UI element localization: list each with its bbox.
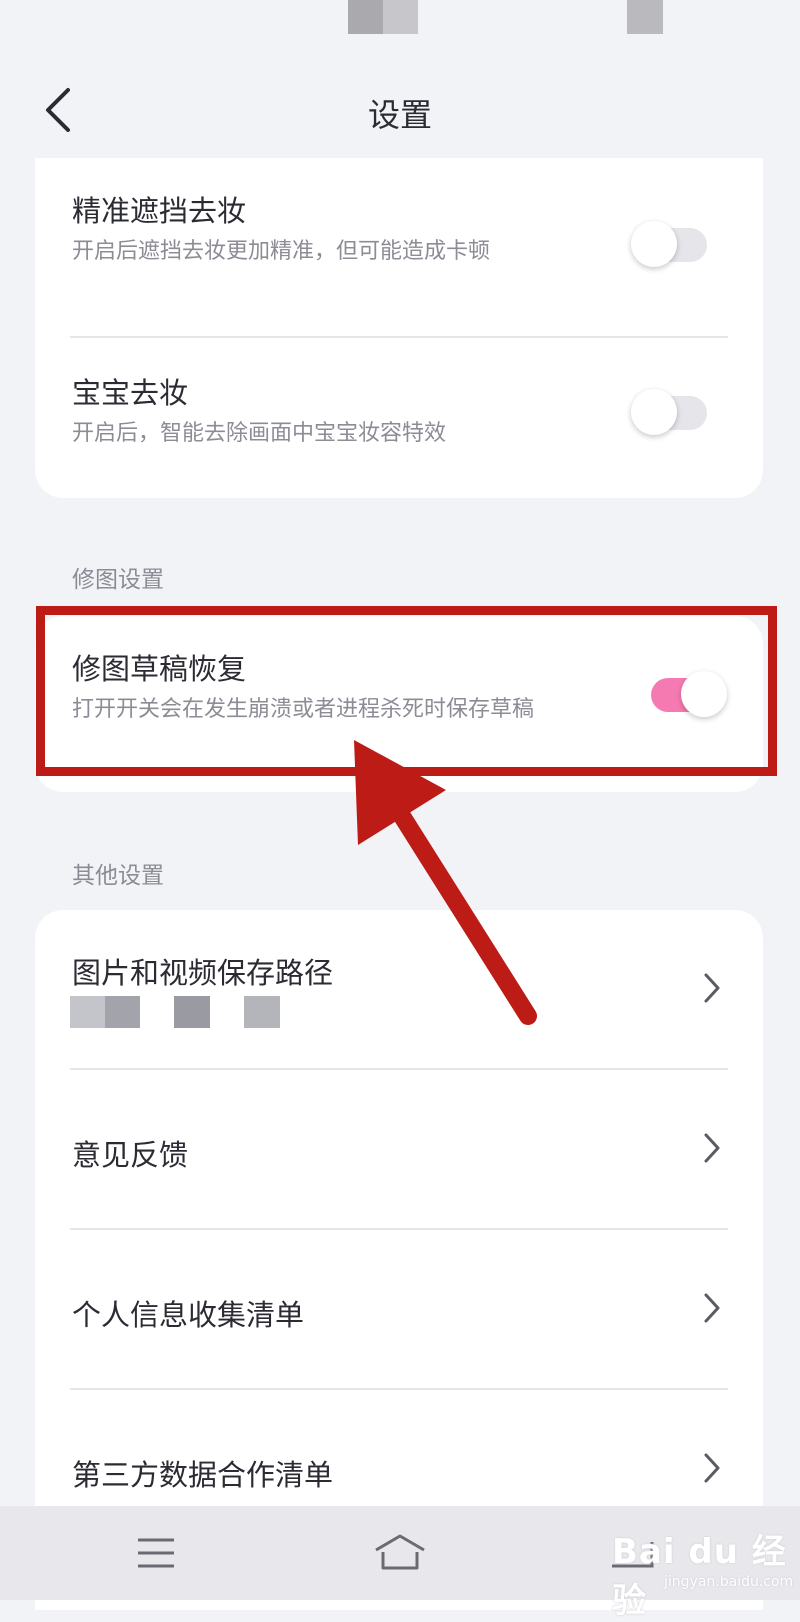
- setting-description: 开启后，智能去除画面中宝宝妆容特效: [72, 421, 447, 446]
- home-icon: [375, 1534, 425, 1570]
- chevron-right-icon: [704, 973, 720, 1003]
- page-title: 设置: [367, 96, 432, 134]
- setting-row-personal-info-list[interactable]: 个人信息收集清单: [35, 1230, 763, 1388]
- settings-card-edit: 修图草稿恢复 打开开关会在发生崩溃或者进程杀死时保存草稿: [35, 616, 763, 792]
- toggle-knob: [631, 389, 677, 435]
- settings-card-makeup: 精准遮挡去妆 开启后遮挡去妆更加精准，但可能造成卡顿 宝宝去妆 开启后，智能去除…: [35, 158, 763, 498]
- baby-makeup-removal-toggle[interactable]: [631, 389, 707, 435]
- toggle-knob: [631, 221, 677, 267]
- setting-row-precise-makeup-removal: 精准遮挡去妆 开启后遮挡去妆更加精准，但可能造成卡顿: [35, 158, 763, 328]
- setting-title: 宝宝去妆: [72, 376, 189, 410]
- status-bar: [0, 0, 800, 40]
- blurred-path-value: [70, 996, 320, 1028]
- watermark-text: Bai du 经验: [612, 1532, 787, 1621]
- setting-description: 打开开关会在发生崩溃或者进程杀死时保存草稿: [72, 697, 535, 722]
- toggle-knob: [681, 671, 727, 717]
- nav-home-button[interactable]: [370, 1528, 430, 1580]
- setting-title: 图片和视频保存路径: [72, 956, 334, 990]
- watermark-url: jingyan.baidu.com: [664, 1574, 794, 1590]
- section-label-edit-settings: 修图设置: [72, 567, 164, 593]
- chevron-right-icon: [704, 1293, 720, 1323]
- setting-row-baby-makeup-removal: 宝宝去妆 开启后，智能去除画面中宝宝妆容特效: [35, 338, 763, 498]
- blurred-status-icon: [348, 0, 418, 34]
- blurred-status-icon: [627, 0, 663, 34]
- setting-title: 意见反馈: [72, 1138, 189, 1172]
- nav-menu-button[interactable]: [126, 1528, 186, 1580]
- draft-recovery-toggle[interactable]: [651, 671, 727, 717]
- setting-row-draft-recovery: 修图草稿恢复 打开开关会在发生崩溃或者进程杀死时保存草稿: [35, 616, 763, 792]
- chevron-right-icon: [704, 1453, 720, 1483]
- setting-description: 开启后遮挡去妆更加精准，但可能造成卡顿: [72, 239, 491, 264]
- setting-title: 修图草稿恢复: [72, 652, 247, 686]
- chevron-right-icon: [704, 1133, 720, 1163]
- precise-makeup-removal-toggle[interactable]: [631, 221, 707, 267]
- settings-card-other: 图片和视频保存路径 意见反馈 个人信息收集清单 第三方数据合作清单: [35, 910, 763, 1610]
- setting-title: 第三方数据合作清单: [72, 1458, 334, 1492]
- setting-title: 精准遮挡去妆: [72, 194, 247, 228]
- menu-icon: [138, 1538, 174, 1568]
- setting-row-feedback[interactable]: 意见反馈: [35, 1070, 763, 1228]
- section-label-other-settings: 其他设置: [72, 863, 164, 889]
- header: 设置: [0, 70, 800, 150]
- baidu-jingyan-watermark: Bai du 经验 jingyan.baidu.com: [612, 1518, 794, 1621]
- setting-title: 个人信息收集清单: [72, 1298, 305, 1332]
- setting-row-save-path[interactable]: 图片和视频保存路径: [35, 910, 763, 1068]
